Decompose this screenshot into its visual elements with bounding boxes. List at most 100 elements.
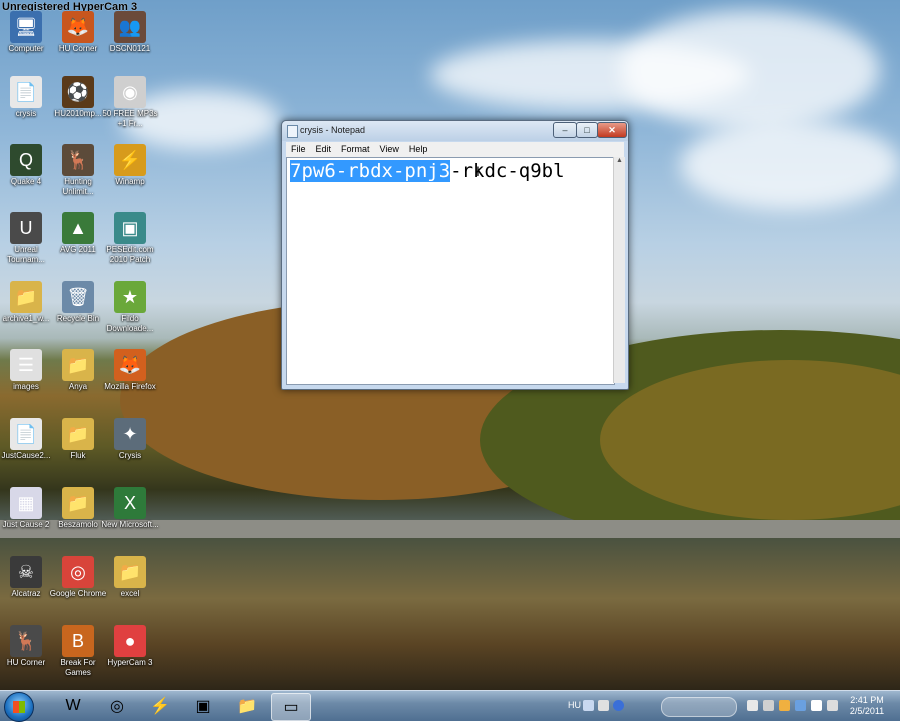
- desktop-icon[interactable]: B Break For Games: [49, 625, 107, 678]
- taskbar-chrome-button[interactable]: ◎: [98, 693, 136, 719]
- desktop-icon-label: Break For Games: [60, 658, 96, 677]
- desktop-icon-image-icon: 📁: [10, 281, 42, 313]
- desktop-icon-image-icon: ◉: [114, 76, 146, 108]
- desktop-icon-label: excel: [120, 589, 140, 598]
- desktop-icon[interactable]: ▲ AVG 2011: [49, 212, 107, 255]
- desktop-icon[interactable]: ● HyperCam 3: [101, 625, 159, 668]
- tray-icon-1[interactable]: [747, 700, 758, 711]
- desktop-icon-image-icon: X: [114, 487, 146, 519]
- close-button[interactable]: ✕: [597, 122, 627, 138]
- desktop-icon-label: HU2010mp...: [54, 109, 102, 118]
- desktop-icon-label: Beszamolo: [58, 520, 98, 529]
- media-controls[interactable]: [661, 697, 737, 717]
- desktop-icon[interactable]: ☰ images: [0, 349, 55, 392]
- desktop-icon-label: Alcatraz: [11, 589, 41, 598]
- notepad-text-area[interactable]: 7pw6-rbdx-pnj3-rkdc-q9bl: [286, 157, 615, 385]
- desktop-icon[interactable]: ✦ Crysis: [101, 418, 159, 461]
- desktop-icon[interactable]: 🗑 Recycle Bin: [49, 281, 107, 324]
- desktop-icon-image-icon: 📁: [62, 487, 94, 519]
- desktop-icon-label: Fluk: [70, 451, 86, 460]
- start-button[interactable]: [4, 692, 34, 722]
- clock-time: 2:41 PM: [850, 695, 884, 705]
- desktop-icon[interactable]: 👥 DSCN0121: [101, 11, 159, 54]
- desktop-icon[interactable]: 📄 JustCause2...: [0, 418, 55, 461]
- minimize-button[interactable]: –: [553, 122, 577, 138]
- game-icon: ▣: [195, 698, 211, 715]
- desktop-icon-image-icon: 🦊: [62, 11, 94, 43]
- keyboard-icon[interactable]: [583, 700, 594, 711]
- desktop-icon-image-icon: ●: [114, 625, 146, 657]
- desktop-icon-label: Recycle Bin: [56, 314, 100, 323]
- desktop-icon[interactable]: U Unreal Tournam...: [0, 212, 55, 265]
- desktop-icon-label: Hunting Unlimit...: [62, 177, 94, 196]
- desktop-icon[interactable]: 🦌 Hunting Unlimit...: [49, 144, 107, 197]
- explorer-icon: 📁: [237, 698, 257, 715]
- maximize-button[interactable]: □: [576, 122, 598, 138]
- desktop-icon-image-icon: 📁: [62, 349, 94, 381]
- desktop-icon[interactable]: ◎ Google Chrome: [49, 556, 107, 599]
- desktop-icon[interactable]: 🦊 HU Corner: [49, 11, 107, 54]
- menu-file[interactable]: File: [286, 142, 311, 154]
- menu-view[interactable]: View: [375, 142, 404, 154]
- taskbar-notepad-button[interactable]: ▭: [271, 693, 311, 721]
- desktop-icon[interactable]: 🦊 Mozilla Firefox: [101, 349, 159, 392]
- desktop-icon[interactable]: ★ Fildo Downloade...: [101, 281, 159, 334]
- desktop-icon-image-icon: 🦊: [114, 349, 146, 381]
- volume-icon[interactable]: [827, 700, 838, 711]
- desktop-icon-image-icon: B: [62, 625, 94, 657]
- notepad-window[interactable]: crysis - Notepad – □ ✕ File Edit Format Vie…: [281, 120, 629, 390]
- desktop-icon-label: Just Cause 2: [2, 520, 50, 529]
- menu-format[interactable]: Format: [336, 142, 375, 154]
- tray-app-icon[interactable]: [598, 700, 609, 711]
- desktop-icon-label: New Microsoft...: [101, 520, 159, 529]
- desktop-icon-image-icon: 📄: [10, 418, 42, 450]
- desktop-icon[interactable]: ☠ Alcatraz: [0, 556, 55, 599]
- desktop-icon-label: Anya: [68, 382, 88, 391]
- desktop-icon-label: Crysis: [118, 451, 142, 460]
- taskbar-game-button[interactable]: ▣: [184, 693, 222, 719]
- unselected-text[interactable]: -rkdc-q9bl: [450, 160, 564, 182]
- menu-help[interactable]: Help: [404, 142, 433, 154]
- desktop-icon-label: DSCN0121: [109, 44, 151, 53]
- menu-edit[interactable]: Edit: [311, 142, 337, 154]
- desktop-icon-image-icon: 🦌: [62, 144, 94, 176]
- desktop-icon-label: Quake 4: [10, 177, 42, 186]
- taskbar-explorer-button[interactable]: 📁: [228, 693, 266, 719]
- desktop-icon[interactable]: ⚽ HU2010mp...: [49, 76, 107, 119]
- desktop-icon[interactable]: X New Microsoft...: [101, 487, 159, 530]
- desktop-icon[interactable]: 📁 Fluk: [49, 418, 107, 461]
- desktop-icon[interactable]: Q Quake 4: [0, 144, 55, 187]
- desktop-icon-label: PESEdit.com 2010 Patch: [106, 245, 154, 264]
- vertical-scrollbar[interactable]: ▲: [613, 157, 625, 383]
- tray-icon-4[interactable]: [795, 700, 806, 711]
- desktop-icon[interactable]: 📁 archive1_w...: [0, 281, 55, 324]
- desktop-icon[interactable]: ◉ 50 FREE MP3s +1 Fr...: [101, 76, 159, 129]
- desktop-icon-image-icon: ☰: [10, 349, 42, 381]
- desktop-icon-label: Unreal Tournam...: [7, 245, 45, 264]
- taskbar-flashget-button[interactable]: ⚡: [141, 693, 179, 719]
- desktop-icon[interactable]: 📁 Anya: [49, 349, 107, 392]
- desktop-icon-image-icon: Q: [10, 144, 42, 176]
- selected-text[interactable]: 7pw6-rbdx-pnj3: [290, 160, 451, 182]
- scroll-up-arrow-icon[interactable]: ▲: [614, 157, 625, 164]
- desktop-icon[interactable]: ⚡ Winamp: [101, 144, 159, 187]
- desktop-icon[interactable]: 🖥 Computer: [0, 11, 55, 54]
- network-icon[interactable]: [811, 700, 822, 711]
- desktop-icon[interactable]: 📄 crysis: [0, 76, 55, 119]
- desktop-icon-image-icon: ☠: [10, 556, 42, 588]
- desktop-icon-image-icon: 🦌: [10, 625, 42, 657]
- taskbar-word-button[interactable]: W: [54, 693, 92, 719]
- desktop-icon-image-icon: 📁: [62, 418, 94, 450]
- notepad-app-icon: [287, 125, 298, 138]
- tray-icon-2[interactable]: [763, 700, 774, 711]
- desktop-icon[interactable]: 📁 excel: [101, 556, 159, 599]
- language-indicator[interactable]: HU: [568, 700, 581, 710]
- desktop-icon[interactable]: 📁 Beszamolo: [49, 487, 107, 530]
- help-icon[interactable]: [613, 700, 624, 711]
- desktop-icon[interactable]: ▣ PESEdit.com 2010 Patch: [101, 212, 159, 265]
- tray-icon-3[interactable]: [779, 700, 790, 711]
- desktop-icon[interactable]: 🦌 HU Corner: [0, 625, 55, 668]
- desktop-icon[interactable]: ▦ Just Cause 2: [0, 487, 55, 530]
- notepad-titlebar[interactable]: crysis - Notepad – □ ✕: [282, 121, 628, 141]
- clock[interactable]: 2:41 PM 2/5/2011: [843, 695, 891, 717]
